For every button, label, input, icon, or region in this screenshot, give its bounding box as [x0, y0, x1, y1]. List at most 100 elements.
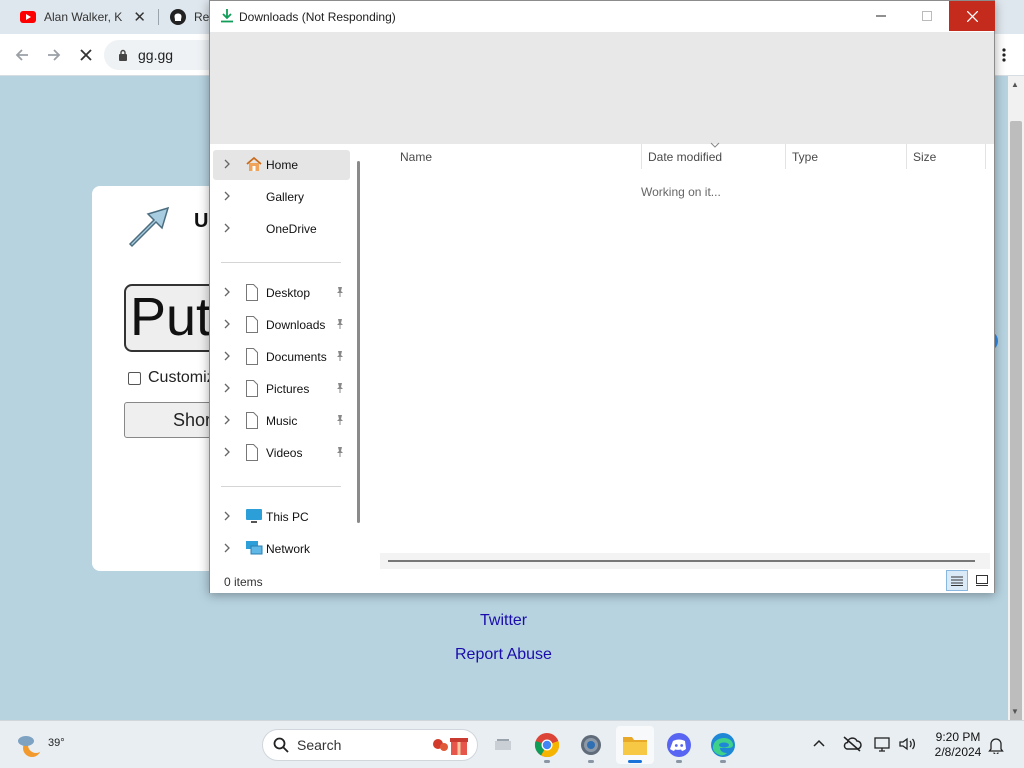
browser-tab-github[interactable]: Rel	[160, 4, 212, 30]
chevron-right-icon[interactable]	[223, 511, 231, 521]
back-button[interactable]	[12, 45, 32, 65]
maximize-icon	[922, 11, 932, 21]
arrow-right-icon	[48, 49, 61, 61]
file-explorer-app-button[interactable]	[616, 726, 654, 764]
chevron-right-icon[interactable]	[223, 383, 231, 393]
chevron-right-icon[interactable]	[223, 351, 231, 361]
nav-item-this-pc[interactable]: This PC	[213, 502, 350, 532]
nav-label: Home	[266, 158, 299, 172]
network-tray-button[interactable]	[874, 736, 892, 752]
customize-checkbox[interactable]	[128, 371, 141, 385]
forward-button[interactable]	[44, 45, 64, 65]
chevron-right-icon[interactable]	[223, 287, 231, 297]
column-divider[interactable]	[785, 144, 786, 169]
stop-button[interactable]	[76, 45, 96, 65]
chevron-right-icon[interactable]	[223, 191, 231, 201]
pin-icon[interactable]	[335, 286, 345, 298]
status-bar: 0 items	[210, 569, 994, 593]
browser-tab-youtube[interactable]: Alan Walker, K ✕	[10, 4, 156, 30]
settings-app-button[interactable]	[572, 726, 610, 764]
nav-item-videos[interactable]: Videos	[213, 438, 350, 468]
scroll-down-icon[interactable]: ▼	[1011, 707, 1019, 716]
taskbar-search-box[interactable]: Search	[262, 729, 478, 761]
nav-divider	[221, 262, 341, 263]
notifications-button[interactable]	[988, 736, 1004, 754]
volume-tray-button[interactable]	[898, 736, 916, 752]
arrow-left-icon	[15, 49, 28, 61]
column-divider[interactable]	[985, 144, 986, 169]
pin-icon[interactable]	[335, 414, 345, 426]
nav-item-downloads[interactable]: Downloads	[213, 310, 350, 340]
customize-option[interactable]: Customiz	[128, 369, 215, 387]
sort-caret-icon	[710, 142, 720, 148]
pin-icon[interactable]	[335, 318, 345, 330]
chevron-right-icon[interactable]	[223, 319, 231, 329]
nav-pane-scrollbar[interactable]	[357, 161, 360, 523]
chevron-right-icon[interactable]	[223, 415, 231, 425]
twitter-link[interactable]: Twitter	[480, 612, 527, 630]
nav-item-onedrive[interactable]: OneDrive	[213, 214, 350, 244]
lock-icon	[119, 49, 127, 61]
tab-divider	[158, 9, 159, 25]
close-button[interactable]	[949, 1, 995, 31]
nav-item-gallery[interactable]: Gallery	[213, 182, 350, 212]
report-abuse-link[interactable]: Report Abuse	[455, 646, 552, 664]
nav-item-documents[interactable]: Documents	[213, 342, 350, 372]
edge-app-button[interactable]	[704, 726, 742, 764]
gift-flowers-icon	[433, 738, 468, 755]
file-explorer-window: Downloads (Not Responding) Home Gallery …	[209, 0, 995, 593]
discord-icon	[667, 733, 691, 757]
minimize-button[interactable]	[858, 1, 904, 31]
nav-item-pictures[interactable]: Pictures	[213, 374, 350, 404]
cloud-offline-icon	[843, 736, 862, 752]
close-icon	[966, 10, 978, 22]
gear-icon	[581, 735, 601, 755]
weather-widget[interactable]: 39°	[16, 729, 65, 761]
nav-item-network[interactable]: Network	[213, 534, 350, 564]
scroll-up-icon[interactable]: ▲	[1011, 80, 1019, 89]
chevron-right-icon[interactable]	[223, 223, 231, 233]
this-pc-icon	[245, 508, 263, 524]
address-bar[interactable]: gg.gg	[104, 40, 224, 70]
horizontal-scrollbar[interactable]	[380, 553, 990, 569]
bell-icon	[988, 738, 1004, 754]
column-divider[interactable]	[906, 144, 907, 169]
pin-icon[interactable]	[335, 382, 345, 394]
column-header-type[interactable]: Type	[792, 150, 818, 164]
tiles-view-icon	[976, 575, 988, 586]
tab-close-button[interactable]: ✕	[133, 8, 146, 26]
nav-item-music[interactable]: Music	[213, 406, 350, 436]
column-header-size[interactable]: Size	[913, 150, 936, 164]
large-icons-view-button[interactable]	[971, 570, 993, 591]
chevron-right-icon[interactable]	[223, 543, 231, 553]
show-hidden-icons-button[interactable]	[812, 738, 826, 748]
scroll-thumb[interactable]	[388, 560, 975, 562]
system-clock[interactable]: 9:20 PM 2/8/2024	[926, 730, 990, 760]
minimize-icon	[876, 15, 886, 17]
github-icon	[170, 9, 186, 25]
discord-app-button[interactable]	[660, 726, 698, 764]
nav-label: OneDrive	[266, 222, 317, 236]
onedrive-tray-button[interactable]	[842, 736, 862, 752]
nav-label: This PC	[266, 510, 309, 524]
task-view-button[interactable]	[484, 726, 522, 764]
scroll-thumb[interactable]	[1010, 121, 1022, 741]
chevron-right-icon[interactable]	[223, 159, 231, 169]
page-scrollbar[interactable]: ▲ ▼	[1008, 76, 1024, 741]
maximize-button[interactable]	[904, 1, 950, 31]
pin-icon[interactable]	[335, 350, 345, 362]
chevron-right-icon[interactable]	[223, 447, 231, 457]
nav-item-desktop[interactable]: Desktop	[213, 278, 350, 308]
more-vertical-icon	[1002, 48, 1006, 62]
column-divider[interactable]	[641, 144, 642, 169]
chrome-app-button[interactable]	[528, 726, 566, 764]
item-count: 0 items	[224, 575, 263, 589]
window-titlebar[interactable]: Downloads (Not Responding)	[210, 1, 995, 32]
browser-menu-button[interactable]	[992, 42, 1016, 68]
file-list: Name Date modified Type Size Working on …	[370, 142, 994, 569]
column-header-date-modified[interactable]: Date modified	[648, 150, 722, 164]
details-view-button[interactable]	[946, 570, 968, 591]
column-header-name[interactable]: Name	[400, 150, 432, 164]
nav-item-home[interactable]: Home	[213, 150, 350, 180]
pin-icon[interactable]	[335, 446, 345, 458]
